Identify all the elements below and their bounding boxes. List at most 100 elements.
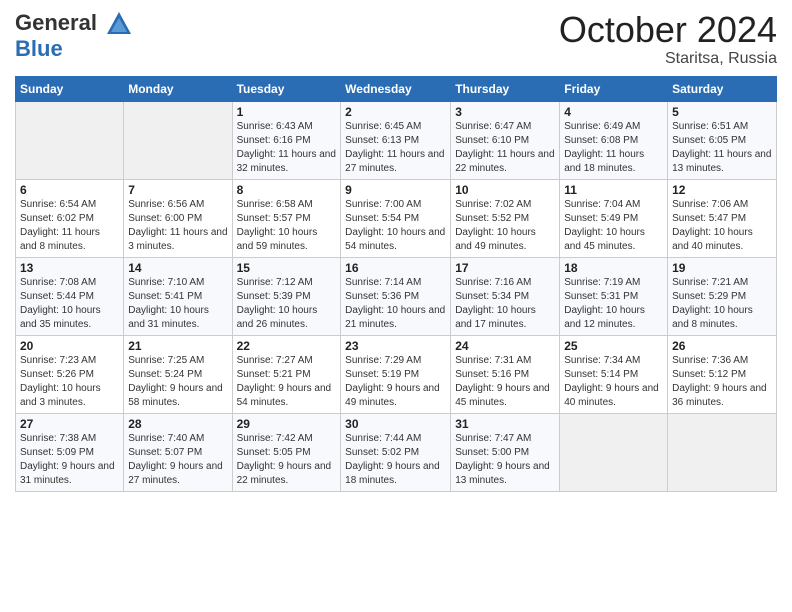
day-number: 9 bbox=[345, 183, 446, 197]
day-header-wednesday: Wednesday bbox=[341, 76, 451, 101]
calendar-cell: 11Sunrise: 7:04 AMSunset: 5:49 PMDayligh… bbox=[560, 179, 668, 257]
day-number: 1 bbox=[237, 105, 337, 119]
day-header-thursday: Thursday bbox=[451, 76, 560, 101]
calendar-cell bbox=[16, 101, 124, 179]
day-info: Sunrise: 7:02 AMSunset: 5:52 PMDaylight:… bbox=[455, 198, 555, 254]
day-info: Sunrise: 7:31 AMSunset: 5:16 PMDaylight:… bbox=[455, 354, 555, 410]
day-number: 15 bbox=[237, 261, 337, 275]
calendar-cell: 30Sunrise: 7:44 AMSunset: 5:02 PMDayligh… bbox=[341, 413, 451, 491]
calendar-cell: 18Sunrise: 7:19 AMSunset: 5:31 PMDayligh… bbox=[560, 257, 668, 335]
day-number: 27 bbox=[20, 417, 119, 431]
day-info: Sunrise: 7:36 AMSunset: 5:12 PMDaylight:… bbox=[672, 354, 772, 410]
day-header-sunday: Sunday bbox=[16, 76, 124, 101]
calendar-cell: 31Sunrise: 7:47 AMSunset: 5:00 PMDayligh… bbox=[451, 413, 560, 491]
day-number: 19 bbox=[672, 261, 772, 275]
calendar-cell: 13Sunrise: 7:08 AMSunset: 5:44 PMDayligh… bbox=[16, 257, 124, 335]
day-info: Sunrise: 7:16 AMSunset: 5:34 PMDaylight:… bbox=[455, 276, 555, 332]
day-number: 23 bbox=[345, 339, 446, 353]
calendar-cell: 14Sunrise: 7:10 AMSunset: 5:41 PMDayligh… bbox=[124, 257, 232, 335]
logo-blue: Blue bbox=[15, 38, 135, 60]
calendar-cell: 1Sunrise: 6:43 AMSunset: 6:16 PMDaylight… bbox=[232, 101, 341, 179]
day-info: Sunrise: 7:00 AMSunset: 5:54 PMDaylight:… bbox=[345, 198, 446, 254]
calendar-cell: 9Sunrise: 7:00 AMSunset: 5:54 PMDaylight… bbox=[341, 179, 451, 257]
day-number: 2 bbox=[345, 105, 446, 119]
day-number: 18 bbox=[564, 261, 663, 275]
calendar-cell: 4Sunrise: 6:49 AMSunset: 6:08 PMDaylight… bbox=[560, 101, 668, 179]
day-number: 20 bbox=[20, 339, 119, 353]
day-number: 25 bbox=[564, 339, 663, 353]
calendar-cell: 7Sunrise: 6:56 AMSunset: 6:00 PMDaylight… bbox=[124, 179, 232, 257]
logo-general: General bbox=[15, 10, 135, 38]
logo: General Blue bbox=[15, 10, 135, 60]
day-info: Sunrise: 7:04 AMSunset: 5:49 PMDaylight:… bbox=[564, 198, 663, 254]
calendar-cell: 23Sunrise: 7:29 AMSunset: 5:19 PMDayligh… bbox=[341, 335, 451, 413]
day-number: 3 bbox=[455, 105, 555, 119]
calendar-cell: 8Sunrise: 6:58 AMSunset: 5:57 PMDaylight… bbox=[232, 179, 341, 257]
calendar-cell: 6Sunrise: 6:54 AMSunset: 6:02 PMDaylight… bbox=[16, 179, 124, 257]
day-info: Sunrise: 6:45 AMSunset: 6:13 PMDaylight:… bbox=[345, 120, 446, 176]
day-header-tuesday: Tuesday bbox=[232, 76, 341, 101]
calendar-cell: 15Sunrise: 7:12 AMSunset: 5:39 PMDayligh… bbox=[232, 257, 341, 335]
calendar-cell: 20Sunrise: 7:23 AMSunset: 5:26 PMDayligh… bbox=[16, 335, 124, 413]
day-number: 31 bbox=[455, 417, 555, 431]
page-header: General Blue October 2024 Staritsa, Russ… bbox=[15, 10, 777, 68]
day-info: Sunrise: 6:54 AMSunset: 6:02 PMDaylight:… bbox=[20, 198, 119, 254]
day-number: 13 bbox=[20, 261, 119, 275]
calendar-cell: 19Sunrise: 7:21 AMSunset: 5:29 PMDayligh… bbox=[668, 257, 777, 335]
calendar-cell: 26Sunrise: 7:36 AMSunset: 5:12 PMDayligh… bbox=[668, 335, 777, 413]
day-info: Sunrise: 7:12 AMSunset: 5:39 PMDaylight:… bbox=[237, 276, 337, 332]
calendar-cell: 24Sunrise: 7:31 AMSunset: 5:16 PMDayligh… bbox=[451, 335, 560, 413]
day-info: Sunrise: 7:23 AMSunset: 5:26 PMDaylight:… bbox=[20, 354, 119, 410]
calendar-cell: 10Sunrise: 7:02 AMSunset: 5:52 PMDayligh… bbox=[451, 179, 560, 257]
day-number: 26 bbox=[672, 339, 772, 353]
day-number: 11 bbox=[564, 183, 663, 197]
calendar-cell: 21Sunrise: 7:25 AMSunset: 5:24 PMDayligh… bbox=[124, 335, 232, 413]
day-number: 21 bbox=[128, 339, 227, 353]
location: Staritsa, Russia bbox=[559, 50, 777, 68]
day-info: Sunrise: 7:10 AMSunset: 5:41 PMDaylight:… bbox=[128, 276, 227, 332]
day-number: 17 bbox=[455, 261, 555, 275]
day-info: Sunrise: 7:47 AMSunset: 5:00 PMDaylight:… bbox=[455, 432, 555, 488]
logo-icon bbox=[105, 10, 133, 38]
day-info: Sunrise: 7:42 AMSunset: 5:05 PMDaylight:… bbox=[237, 432, 337, 488]
day-info: Sunrise: 6:58 AMSunset: 5:57 PMDaylight:… bbox=[237, 198, 337, 254]
day-number: 5 bbox=[672, 105, 772, 119]
day-info: Sunrise: 7:25 AMSunset: 5:24 PMDaylight:… bbox=[128, 354, 227, 410]
calendar-cell bbox=[560, 413, 668, 491]
day-info: Sunrise: 7:40 AMSunset: 5:07 PMDaylight:… bbox=[128, 432, 227, 488]
day-header-monday: Monday bbox=[124, 76, 232, 101]
calendar-cell: 17Sunrise: 7:16 AMSunset: 5:34 PMDayligh… bbox=[451, 257, 560, 335]
calendar-cell bbox=[124, 101, 232, 179]
day-number: 6 bbox=[20, 183, 119, 197]
calendar-cell: 27Sunrise: 7:38 AMSunset: 5:09 PMDayligh… bbox=[16, 413, 124, 491]
day-info: Sunrise: 7:14 AMSunset: 5:36 PMDaylight:… bbox=[345, 276, 446, 332]
day-info: Sunrise: 7:19 AMSunset: 5:31 PMDaylight:… bbox=[564, 276, 663, 332]
day-info: Sunrise: 6:51 AMSunset: 6:05 PMDaylight:… bbox=[672, 120, 772, 176]
calendar-cell: 2Sunrise: 6:45 AMSunset: 6:13 PMDaylight… bbox=[341, 101, 451, 179]
day-info: Sunrise: 6:47 AMSunset: 6:10 PMDaylight:… bbox=[455, 120, 555, 176]
day-info: Sunrise: 6:43 AMSunset: 6:16 PMDaylight:… bbox=[237, 120, 337, 176]
day-info: Sunrise: 7:27 AMSunset: 5:21 PMDaylight:… bbox=[237, 354, 337, 410]
day-number: 22 bbox=[237, 339, 337, 353]
day-number: 10 bbox=[455, 183, 555, 197]
calendar-cell: 28Sunrise: 7:40 AMSunset: 5:07 PMDayligh… bbox=[124, 413, 232, 491]
calendar-cell bbox=[668, 413, 777, 491]
day-number: 30 bbox=[345, 417, 446, 431]
day-header-saturday: Saturday bbox=[668, 76, 777, 101]
day-info: Sunrise: 6:49 AMSunset: 6:08 PMDaylight:… bbox=[564, 120, 663, 176]
day-number: 12 bbox=[672, 183, 772, 197]
day-number: 7 bbox=[128, 183, 227, 197]
day-info: Sunrise: 7:44 AMSunset: 5:02 PMDaylight:… bbox=[345, 432, 446, 488]
calendar-cell: 16Sunrise: 7:14 AMSunset: 5:36 PMDayligh… bbox=[341, 257, 451, 335]
calendar-cell: 3Sunrise: 6:47 AMSunset: 6:10 PMDaylight… bbox=[451, 101, 560, 179]
title-block: October 2024 Staritsa, Russia bbox=[559, 10, 777, 68]
day-info: Sunrise: 7:34 AMSunset: 5:14 PMDaylight:… bbox=[564, 354, 663, 410]
day-header-friday: Friday bbox=[560, 76, 668, 101]
day-number: 16 bbox=[345, 261, 446, 275]
day-info: Sunrise: 7:29 AMSunset: 5:19 PMDaylight:… bbox=[345, 354, 446, 410]
day-number: 29 bbox=[237, 417, 337, 431]
day-number: 8 bbox=[237, 183, 337, 197]
day-number: 28 bbox=[128, 417, 227, 431]
page-container: General Blue October 2024 Staritsa, Russ… bbox=[0, 0, 792, 502]
calendar-cell: 29Sunrise: 7:42 AMSunset: 5:05 PMDayligh… bbox=[232, 413, 341, 491]
